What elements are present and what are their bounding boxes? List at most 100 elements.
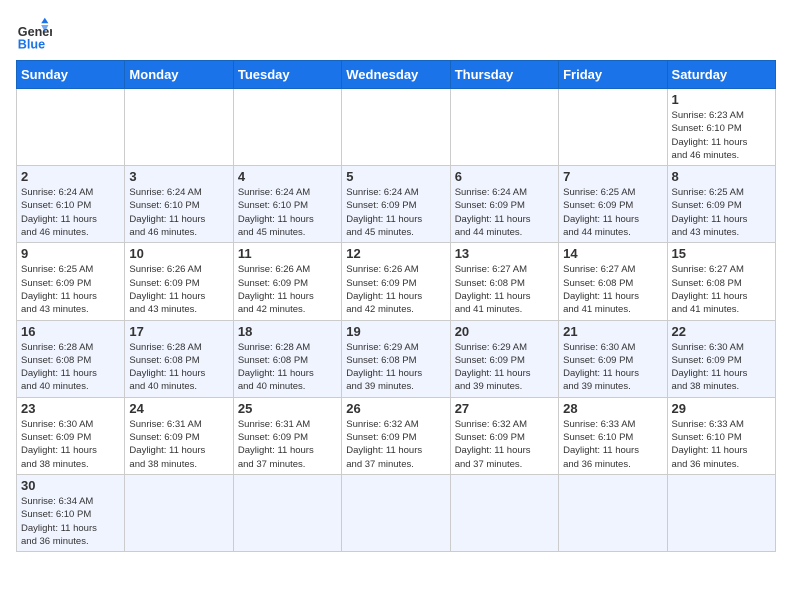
calendar-cell: 29 Sunrise: 6:33 AM Sunset: 6:10 PM Dayli… [667,397,775,474]
day-number: 11 [238,246,337,261]
cell-info: Sunrise: 6:24 AM Sunset: 6:09 PM Dayligh… [455,186,554,239]
cell-info: Sunrise: 6:33 AM Sunset: 6:10 PM Dayligh… [672,418,771,471]
calendar-cell: 12 Sunrise: 6:26 AM Sunset: 6:09 PM Dayli… [342,243,450,320]
cell-info: Sunrise: 6:25 AM Sunset: 6:09 PM Dayligh… [672,186,771,239]
calendar-cell: 14 Sunrise: 6:27 AM Sunset: 6:08 PM Dayli… [559,243,667,320]
day-number: 29 [672,401,771,416]
cell-info: Sunrise: 6:26 AM Sunset: 6:09 PM Dayligh… [238,263,337,316]
calendar-cell [342,474,450,551]
day-number: 8 [672,169,771,184]
day-number: 10 [129,246,228,261]
cell-info: Sunrise: 6:27 AM Sunset: 6:08 PM Dayligh… [563,263,662,316]
calendar-cell: 6 Sunrise: 6:24 AM Sunset: 6:09 PM Daylig… [450,166,558,243]
calendar-cell: 17Sunrise: 6:28 AM Sunset: 6:08 PM Dayli… [125,320,233,397]
day-number: 23 [21,401,120,416]
weekday-header-tuesday: Tuesday [233,61,341,89]
calendar-cell [342,89,450,166]
day-number: 3 [129,169,228,184]
calendar-cell [450,474,558,551]
cell-info: Sunrise: 6:32 AM Sunset: 6:09 PM Dayligh… [455,418,554,471]
day-number: 24 [129,401,228,416]
day-number: 30 [21,478,120,493]
calendar-cell: 8 Sunrise: 6:25 AM Sunset: 6:09 PM Daylig… [667,166,775,243]
calendar-cell: 27 Sunrise: 6:32 AM Sunset: 6:09 PM Dayli… [450,397,558,474]
cell-info: Sunrise: 6:28 AM Sunset: 6:08 PM Dayligh… [238,341,337,394]
calendar-cell: 25 Sunrise: 6:31 AM Sunset: 6:09 PM Dayli… [233,397,341,474]
day-number: 14 [563,246,662,261]
cell-info: Sunrise: 6:33 AM Sunset: 6:10 PM Dayligh… [563,418,662,471]
day-number: 9 [21,246,120,261]
cell-info: Sunrise: 6:24 AM Sunset: 6:09 PM Dayligh… [346,186,445,239]
calendar-cell: 7 Sunrise: 6:25 AM Sunset: 6:09 PM Daylig… [559,166,667,243]
day-number: 22 [672,324,771,339]
calendar-cell: 5 Sunrise: 6:24 AM Sunset: 6:09 PM Daylig… [342,166,450,243]
cell-info: Sunrise: 6:25 AM Sunset: 6:09 PM Dayligh… [563,186,662,239]
cell-info: Sunrise: 6:32 AM Sunset: 6:09 PM Dayligh… [346,418,445,471]
calendar-cell [667,474,775,551]
cell-info: Sunrise: 6:26 AM Sunset: 6:09 PM Dayligh… [346,263,445,316]
calendar-cell [125,89,233,166]
calendar-cell: 16 Sunrise: 6:28 AM Sunset: 6:08 PM Dayli… [17,320,125,397]
cell-info: Sunrise: 6:28 AM Sunset: 6:08 PM Dayligh… [129,341,228,394]
calendar-cell [233,474,341,551]
calendar-week-3: 9Sunrise: 6:25 AM Sunset: 6:09 PM Daylig… [17,243,776,320]
weekday-header-sunday: Sunday [17,61,125,89]
calendar-cell: 28Sunrise: 6:33 AM Sunset: 6:10 PM Dayli… [559,397,667,474]
day-number: 25 [238,401,337,416]
calendar-cell: 4 Sunrise: 6:24 AM Sunset: 6:10 PM Daylig… [233,166,341,243]
day-number: 18 [238,324,337,339]
calendar-week-1: 1 Sunrise: 6:23 AM Sunset: 6:10 PM Daylig… [17,89,776,166]
calendar-header-row: SundayMondayTuesdayWednesdayThursdayFrid… [17,61,776,89]
calendar-cell: 3 Sunrise: 6:24 AM Sunset: 6:10 PM Daylig… [125,166,233,243]
day-number: 12 [346,246,445,261]
calendar-cell: 23 Sunrise: 6:30 AM Sunset: 6:09 PM Dayli… [17,397,125,474]
calendar-cell: 10Sunrise: 6:26 AM Sunset: 6:09 PM Dayli… [125,243,233,320]
day-number: 26 [346,401,445,416]
calendar-cell: 1 Sunrise: 6:23 AM Sunset: 6:10 PM Daylig… [667,89,775,166]
calendar-cell: 13Sunrise: 6:27 AM Sunset: 6:08 PM Dayli… [450,243,558,320]
day-number: 4 [238,169,337,184]
day-number: 16 [21,324,120,339]
calendar-cell: 18 Sunrise: 6:28 AM Sunset: 6:08 PM Dayli… [233,320,341,397]
cell-info: Sunrise: 6:30 AM Sunset: 6:09 PM Dayligh… [21,418,120,471]
cell-info: Sunrise: 6:23 AM Sunset: 6:10 PM Dayligh… [672,109,771,162]
cell-info: Sunrise: 6:30 AM Sunset: 6:09 PM Dayligh… [672,341,771,394]
day-number: 5 [346,169,445,184]
day-number: 21 [563,324,662,339]
cell-info: Sunrise: 6:24 AM Sunset: 6:10 PM Dayligh… [21,186,120,239]
day-number: 6 [455,169,554,184]
calendar-cell: 30 Sunrise: 6:34 AM Sunset: 6:10 PM Dayli… [17,474,125,551]
cell-info: Sunrise: 6:31 AM Sunset: 6:09 PM Dayligh… [238,418,337,471]
calendar-week-2: 2 Sunrise: 6:24 AM Sunset: 6:10 PM Daylig… [17,166,776,243]
calendar-cell [559,474,667,551]
day-number: 2 [21,169,120,184]
calendar-cell: 9Sunrise: 6:25 AM Sunset: 6:09 PM Daylig… [17,243,125,320]
page-header: General Blue [16,16,776,52]
cell-info: Sunrise: 6:28 AM Sunset: 6:08 PM Dayligh… [21,341,120,394]
logo-icon: General Blue [16,16,52,52]
calendar-cell [559,89,667,166]
day-number: 7 [563,169,662,184]
weekday-header-monday: Monday [125,61,233,89]
cell-info: Sunrise: 6:24 AM Sunset: 6:10 PM Dayligh… [129,186,228,239]
calendar-cell [233,89,341,166]
calendar-week-6: 30 Sunrise: 6:34 AM Sunset: 6:10 PM Dayli… [17,474,776,551]
day-number: 19 [346,324,445,339]
calendar-cell: 24 Sunrise: 6:31 AM Sunset: 6:09 PM Dayli… [125,397,233,474]
calendar-table: SundayMondayTuesdayWednesdayThursdayFrid… [16,60,776,552]
calendar-cell [17,89,125,166]
day-number: 1 [672,92,771,107]
svg-text:Blue: Blue [18,37,45,51]
day-number: 27 [455,401,554,416]
day-number: 20 [455,324,554,339]
cell-info: Sunrise: 6:30 AM Sunset: 6:09 PM Dayligh… [563,341,662,394]
cell-info: Sunrise: 6:24 AM Sunset: 6:10 PM Dayligh… [238,186,337,239]
calendar-cell [450,89,558,166]
cell-info: Sunrise: 6:31 AM Sunset: 6:09 PM Dayligh… [129,418,228,471]
cell-info: Sunrise: 6:29 AM Sunset: 6:09 PM Dayligh… [455,341,554,394]
cell-info: Sunrise: 6:34 AM Sunset: 6:10 PM Dayligh… [21,495,120,548]
calendar-week-5: 23 Sunrise: 6:30 AM Sunset: 6:09 PM Dayli… [17,397,776,474]
calendar-week-4: 16 Sunrise: 6:28 AM Sunset: 6:08 PM Dayli… [17,320,776,397]
calendar-cell: 22 Sunrise: 6:30 AM Sunset: 6:09 PM Dayli… [667,320,775,397]
cell-info: Sunrise: 6:27 AM Sunset: 6:08 PM Dayligh… [672,263,771,316]
